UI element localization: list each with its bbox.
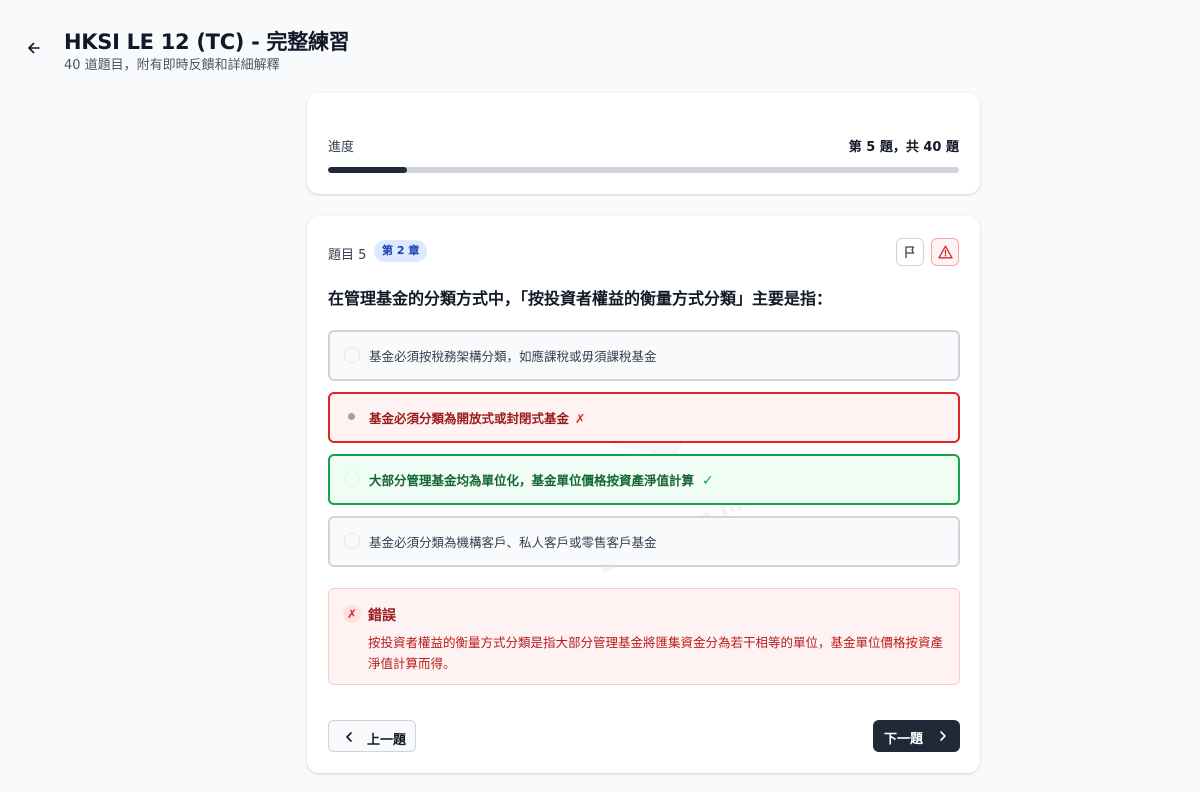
next-label: 下一題 (884, 732, 924, 747)
arrow-left-icon (28, 42, 40, 54)
answer-option-3[interactable]: 大部分管理基金均為單位化，基金單位價格按資產淨值計算 ✓ (328, 454, 960, 505)
answer-option-4[interactable]: 基金必須分類為機構客戶、私人客戶或零售客戶基金 (328, 516, 960, 567)
page-subtitle: 40 道題目，附有即時反饋和詳細解釋 (64, 58, 280, 73)
chevron-left-icon (346, 732, 352, 742)
feedback-title: 錯誤 (368, 608, 396, 624)
answer-option-text: 基金必須按稅務架構分類，如應課稅或毋須課稅基金 (369, 349, 657, 364)
radio-indicator (344, 409, 360, 425)
next-question-button[interactable]: 下一題 (873, 720, 960, 752)
answer-option-2[interactable]: 基金必須分類為開放式或封閉式基金 ✗ (328, 392, 960, 443)
back-button[interactable] (22, 36, 46, 60)
error-icon: ✗ (343, 605, 361, 623)
answer-option-text: 基金必須分類為開放式或封閉式基金 ✗ (369, 411, 586, 426)
alert-triangle-icon (937, 245, 953, 259)
answer-option-text: 大部分管理基金均為單位化，基金單位價格按資產淨值計算 ✓ (369, 473, 714, 489)
progress-count: 第 5 題，共 40 題 (848, 140, 959, 155)
progress-label: 進度 (328, 140, 355, 155)
feedback-explanation: 按投資者權益的衡量方式分類是指大部分管理基金將匯集資金分為若干相等的單位，基金單… (368, 635, 944, 671)
progress-card: 進度 第 5 題，共 40 題 (307, 93, 980, 194)
feedback-panel: ✗ 錯誤 按投資者權益的衡量方式分類是指大部分管理基金將匯集資金分為若干相等的單… (328, 588, 960, 685)
radio-indicator (344, 471, 360, 487)
previous-question-button[interactable]: 上一題 (328, 720, 416, 752)
chapter-badge: 第 2 章 (374, 240, 428, 262)
page-title: HKSI LE 12 (TC) - 完整練習 (64, 30, 350, 54)
question-text: 在管理基金的分類方式中，「按投資者權益的衡量方式分類」主要是指： (328, 289, 833, 308)
report-button[interactable] (931, 238, 959, 266)
question-card: ExamPrep.hk 題目 5 第 2 章 在管理基金的分類方式中，「按投資者… (307, 216, 980, 773)
radio-indicator (344, 347, 360, 363)
radio-indicator (344, 533, 360, 549)
page-header: HKSI LE 12 (TC) - 完整練習 40 道題目，附有即時反饋和詳細解… (0, 0, 1200, 90)
correct-mark-icon: ✓ (702, 473, 714, 489)
flag-icon (905, 246, 915, 258)
previous-label: 上一題 (367, 733, 407, 748)
wrong-mark-icon: ✗ (575, 411, 586, 426)
answer-option-text: 基金必須分類為機構客戶、私人客戶或零售客戶基金 (369, 535, 657, 550)
question-number: 題目 5 (328, 248, 367, 263)
flag-button[interactable] (896, 238, 924, 266)
chevron-right-icon (940, 731, 946, 741)
progress-bar-fill (328, 167, 407, 173)
progress-bar (328, 167, 959, 173)
answer-option-1[interactable]: 基金必須按稅務架構分類，如應課稅或毋須課稅基金 (328, 330, 960, 381)
